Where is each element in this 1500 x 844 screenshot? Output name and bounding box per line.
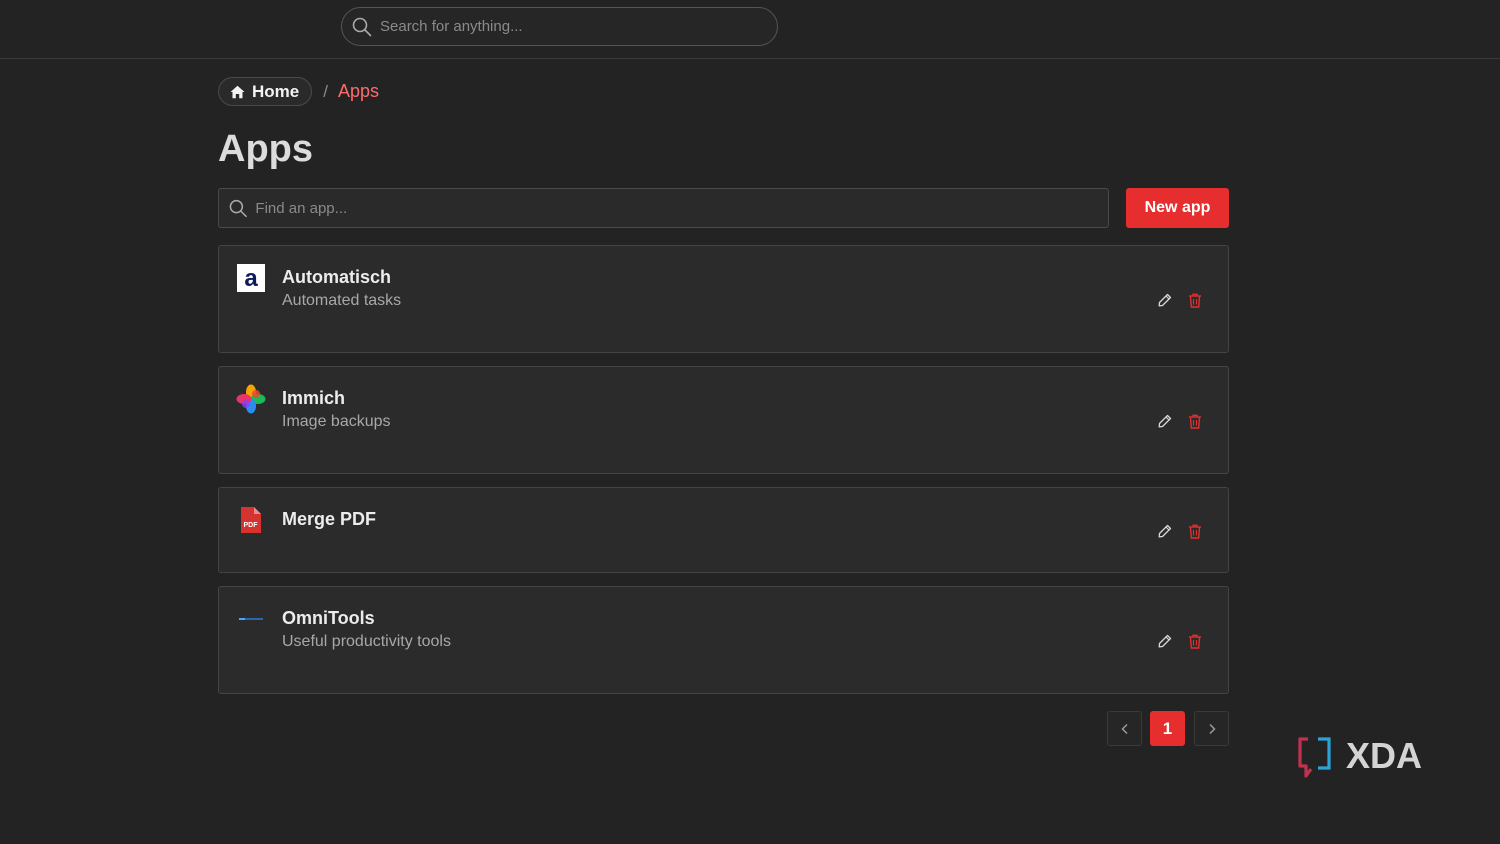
trash-icon: [1189, 414, 1201, 429]
pdf-file-icon: PDF: [236, 505, 266, 535]
search-icon: [352, 17, 372, 36]
find-app-input[interactable]: [255, 199, 1108, 217]
breadcrumb-current: Apps: [337, 81, 379, 101]
pagination-prev-button[interactable]: [1107, 711, 1142, 746]
edit-button[interactable]: [1155, 290, 1175, 310]
top-bar: [0, 0, 1500, 59]
pagination-next-button[interactable]: [1194, 711, 1229, 746]
global-search[interactable]: [341, 7, 778, 46]
app-name: Immich: [282, 388, 346, 408]
app-description: Image backups: [282, 413, 391, 430]
svg-text:a: a: [244, 265, 258, 292]
app-name: OmniTools: [282, 608, 375, 628]
pencil-icon: [1158, 634, 1172, 648]
app-card-automatisch[interactable]: a Automatisch Automated tasks: [218, 245, 1229, 353]
delete-button[interactable]: [1185, 411, 1205, 431]
search-icon: [229, 199, 247, 217]
omnitools-logo-icon: [236, 604, 266, 634]
chevron-right-icon: [1208, 723, 1216, 734]
trash-icon: [1189, 293, 1201, 308]
pencil-icon: [1158, 414, 1172, 428]
immich-logo-icon: [236, 384, 266, 414]
app-name: Merge PDF: [282, 509, 377, 529]
app-description: Useful productivity tools: [282, 633, 451, 650]
trash-icon: [1189, 634, 1201, 649]
find-app-field[interactable]: [218, 188, 1109, 228]
new-app-button[interactable]: New app: [1126, 188, 1229, 228]
delete-button[interactable]: [1185, 290, 1205, 310]
page-title: Apps: [218, 128, 313, 170]
edit-button[interactable]: [1155, 521, 1175, 541]
trash-icon: [1189, 524, 1201, 539]
pagination-page-1[interactable]: 1: [1150, 711, 1185, 746]
app-card-immich[interactable]: Immich Image backups: [218, 366, 1229, 474]
delete-button[interactable]: [1185, 521, 1205, 541]
automatisch-logo-icon: a: [236, 263, 266, 293]
edit-button[interactable]: [1155, 411, 1175, 431]
pencil-icon: [1158, 524, 1172, 538]
xda-watermark-logo: XDA: [1298, 736, 1422, 778]
edit-button[interactable]: [1155, 631, 1175, 651]
app-name: Automatisch: [282, 267, 392, 287]
breadcrumb-home-label: Home: [252, 81, 300, 101]
svg-text:PDF: PDF: [244, 522, 259, 529]
chevron-left-icon: [1120, 723, 1128, 734]
breadcrumb: Home / Apps: [218, 77, 379, 106]
breadcrumb-separator: /: [323, 81, 328, 101]
app-card-merge-pdf[interactable]: PDF Merge PDF: [218, 487, 1229, 573]
pencil-icon: [1158, 293, 1172, 307]
app-description: Automated tasks: [282, 292, 402, 309]
breadcrumb-home[interactable]: Home: [218, 77, 313, 106]
home-icon: [230, 85, 245, 98]
global-search-input[interactable]: [380, 18, 777, 35]
xda-watermark-text: XDA: [1346, 736, 1422, 776]
delete-button[interactable]: [1185, 631, 1205, 651]
app-card-omnitools[interactable]: OmniTools Useful productivity tools: [218, 586, 1229, 694]
